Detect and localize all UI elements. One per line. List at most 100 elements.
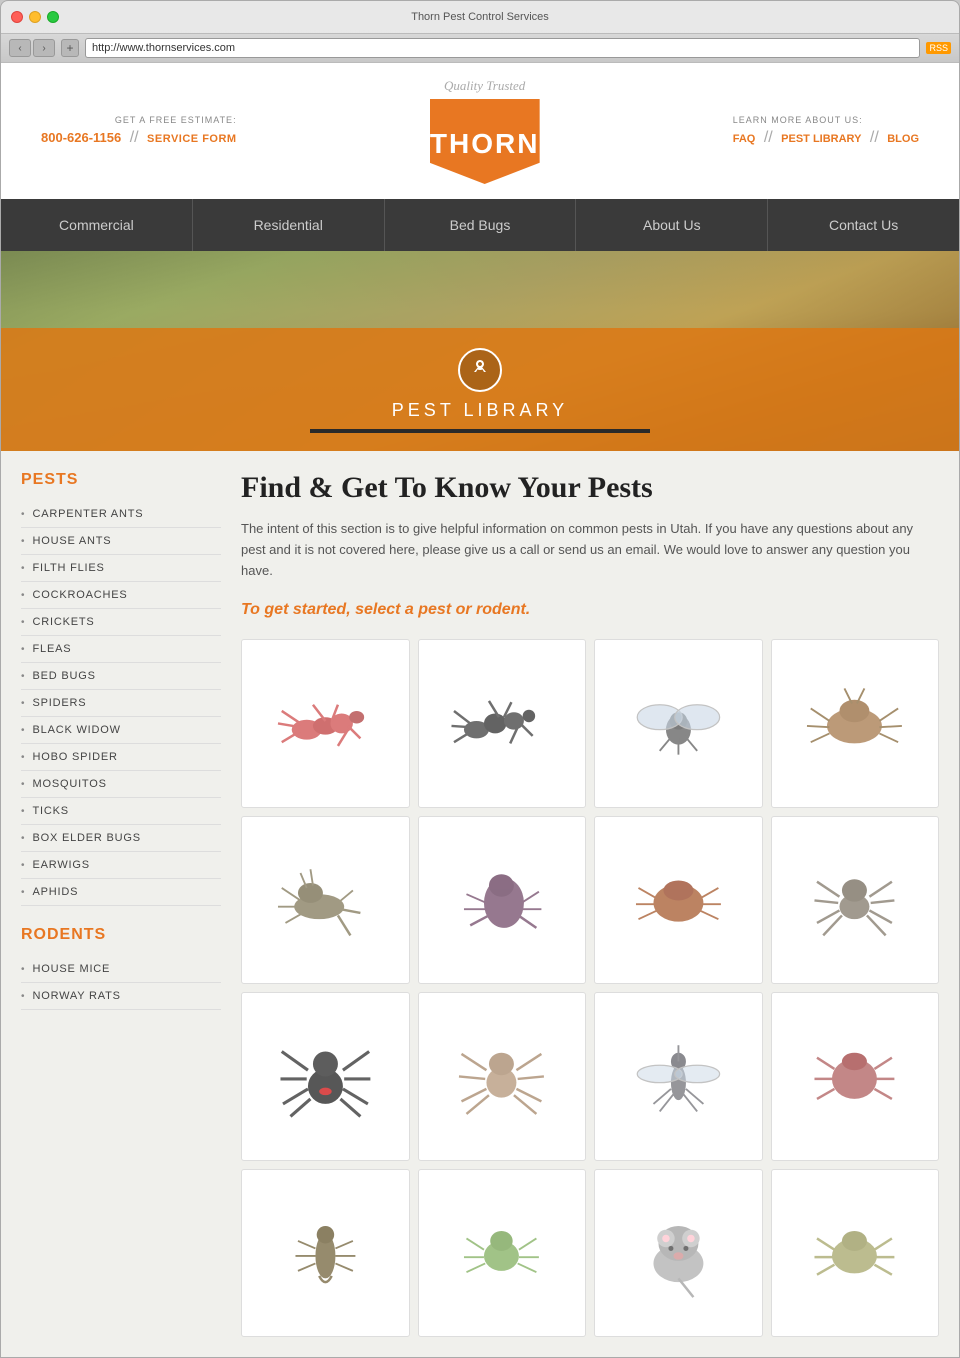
- page-title: Thorn Pest Control Services: [411, 11, 549, 23]
- back-button[interactable]: ‹: [9, 39, 31, 57]
- cta-text: To get started, select a pest or rodent.: [241, 601, 939, 619]
- list-item: APHIDS: [21, 879, 221, 906]
- list-item: NORWAY RATS: [21, 983, 221, 1010]
- pest-card-cricket[interactable]: [241, 816, 410, 985]
- list-item: BLACK WIDOW: [21, 717, 221, 744]
- pest-card-earwig[interactable]: [241, 1169, 410, 1338]
- list-item: FLEAS: [21, 636, 221, 663]
- bed-bugs-link[interactable]: BED BUGS: [33, 670, 96, 682]
- hero-overlay: PEST LIBRARY: [1, 328, 959, 451]
- hero-title: PEST LIBRARY: [1, 400, 959, 421]
- cockroaches-link[interactable]: COCKROACHES: [33, 589, 128, 601]
- fleas-link[interactable]: FLEAS: [33, 643, 72, 655]
- ticks-link[interactable]: TICKS: [33, 805, 69, 817]
- phone-number[interactable]: 800-626-1156: [41, 130, 121, 145]
- pest-card-placeholder[interactable]: [771, 1169, 940, 1338]
- aphids-link[interactable]: APHIDS: [33, 886, 79, 898]
- house-mice-link[interactable]: HOUSE MICE: [33, 963, 111, 975]
- header-left: GET A FREE ESTIMATE: 800-626-1156 // SER…: [41, 115, 237, 147]
- estimate-label: GET A FREE ESTIMATE:: [41, 115, 237, 125]
- hero-bar: [310, 429, 650, 433]
- service-form-link[interactable]: SERVICE FORM: [147, 133, 237, 145]
- pest-card-mouse[interactable]: [594, 1169, 763, 1338]
- list-item: COCKROACHES: [21, 582, 221, 609]
- sidebar: PESTS CARPENTER ANTS HOUSE ANTS FILTH FL…: [21, 471, 221, 1337]
- pest-card-bed-bug[interactable]: [594, 816, 763, 985]
- mosquitos-link[interactable]: MOSQUITOS: [33, 778, 107, 790]
- box-elder-bugs-link[interactable]: BOX ELDER BUGS: [33, 832, 141, 844]
- add-tab-button[interactable]: +: [61, 39, 79, 57]
- list-item: TICKS: [21, 798, 221, 825]
- title-bar: Thorn Pest Control Services: [1, 1, 959, 33]
- pest-grid: [241, 639, 939, 1337]
- carpenter-ants-link[interactable]: CARPENTER ANTS: [33, 508, 144, 520]
- minimize-button[interactable]: [29, 11, 41, 23]
- rss-badge: RSS: [926, 42, 951, 54]
- browser-toolbar: ‹ › + http://www.thornservices.com RSS: [1, 33, 959, 63]
- pest-card-aphid[interactable]: [418, 1169, 587, 1338]
- main-nav: Commercial Residential Bed Bugs About Us…: [1, 199, 959, 251]
- nav-about-us[interactable]: About Us: [576, 199, 768, 251]
- nav-contact-us[interactable]: Contact Us: [768, 199, 959, 251]
- pests-title: PESTS: [21, 471, 221, 489]
- close-button[interactable]: [11, 11, 23, 23]
- list-item: SPIDERS: [21, 690, 221, 717]
- pests-list: CARPENTER ANTS HOUSE ANTS FILTH FLIES CO…: [21, 501, 221, 906]
- main-content: Find & Get To Know Your Pests The intent…: [241, 471, 939, 1337]
- crickets-link[interactable]: CRICKETS: [33, 616, 95, 628]
- logo-tagline: Quality Trusted: [430, 78, 540, 94]
- logo-container: Quality Trusted THORN: [430, 78, 540, 184]
- black-widow-link[interactable]: BLACK WIDOW: [33, 724, 121, 736]
- hobo-spider-link[interactable]: HOBO SPIDER: [33, 751, 118, 763]
- pest-card-flea[interactable]: [418, 816, 587, 985]
- hero-section: PEST LIBRARY: [1, 251, 959, 451]
- address-bar[interactable]: http://www.thornservices.com: [85, 38, 920, 58]
- faq-link[interactable]: FAQ: [733, 133, 756, 145]
- list-item: FILTH FLIES: [21, 555, 221, 582]
- list-item: CRICKETS: [21, 609, 221, 636]
- hero-icon: [458, 348, 502, 392]
- logo-badge[interactable]: THORN: [430, 99, 540, 184]
- pest-card-spider[interactable]: [418, 992, 587, 1161]
- pest-card-house-ant[interactable]: [418, 639, 587, 808]
- norway-rats-link[interactable]: NORWAY RATS: [33, 990, 121, 1002]
- learn-more-label: LEARN MORE ABOUT US:: [733, 115, 919, 125]
- list-item: EARWIGS: [21, 852, 221, 879]
- pest-card-filth-fly[interactable]: [594, 639, 763, 808]
- filth-flies-link[interactable]: FILTH FLIES: [33, 562, 105, 574]
- list-item: HOUSE ANTS: [21, 528, 221, 555]
- pest-card-hobo-spider[interactable]: [771, 816, 940, 985]
- window-controls[interactable]: [11, 11, 59, 23]
- list-item: HOUSE MICE: [21, 956, 221, 983]
- list-item: MOSQUITOS: [21, 771, 221, 798]
- forward-button[interactable]: ›: [33, 39, 55, 57]
- pest-card-black-widow[interactable]: [241, 992, 410, 1161]
- spiders-link[interactable]: SPIDERS: [33, 697, 87, 709]
- earwigs-link[interactable]: EARWIGS: [33, 859, 90, 871]
- site-header: GET A FREE ESTIMATE: 800-626-1156 // SER…: [1, 63, 959, 199]
- browser-window: Thorn Pest Control Services ‹ › + http:/…: [0, 0, 960, 1358]
- pest-card-carpenter-ant[interactable]: [241, 639, 410, 808]
- pest-card-cockroach[interactable]: [771, 639, 940, 808]
- list-item: HOBO SPIDER: [21, 744, 221, 771]
- logo-text: THORN: [430, 130, 540, 158]
- pest-card-mosquito[interactable]: [594, 992, 763, 1161]
- nav-arrows[interactable]: ‹ ›: [9, 39, 55, 57]
- nav-bed-bugs[interactable]: Bed Bugs: [385, 199, 577, 251]
- house-ants-link[interactable]: HOUSE ANTS: [33, 535, 112, 547]
- blog-link[interactable]: BLOG: [887, 133, 919, 145]
- header-right: LEARN MORE ABOUT US: FAQ // PEST LIBRARY…: [733, 115, 919, 147]
- nav-residential[interactable]: Residential: [193, 199, 385, 251]
- rodents-title: RODENTS: [21, 926, 221, 944]
- pest-library-link[interactable]: PEST LIBRARY: [781, 133, 861, 145]
- list-item: BOX ELDER BUGS: [21, 825, 221, 852]
- list-item: CARPENTER ANTS: [21, 501, 221, 528]
- content-area: PESTS CARPENTER ANTS HOUSE ANTS FILTH FL…: [1, 451, 959, 1357]
- nav-commercial[interactable]: Commercial: [1, 199, 193, 251]
- pest-card-tick[interactable]: [771, 992, 940, 1161]
- maximize-button[interactable]: [47, 11, 59, 23]
- main-description: The intent of this section is to give he…: [241, 519, 939, 581]
- list-item: BED BUGS: [21, 663, 221, 690]
- rodents-list: HOUSE MICE NORWAY RATS: [21, 956, 221, 1010]
- main-heading: Find & Get To Know Your Pests: [241, 471, 939, 505]
